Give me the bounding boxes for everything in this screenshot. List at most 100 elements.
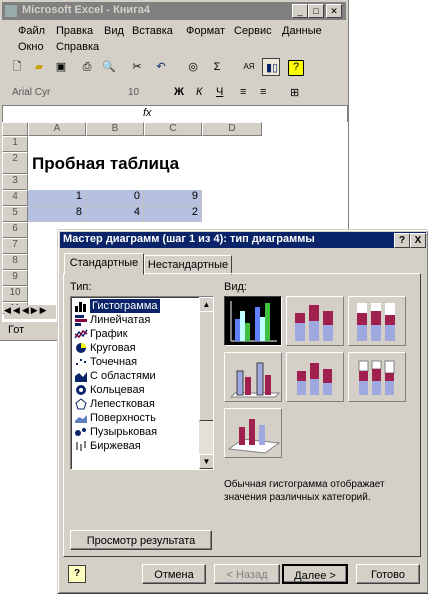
italic-button[interactable]: К bbox=[196, 86, 202, 98]
sheet-heading[interactable]: Пробная таблица bbox=[32, 154, 179, 174]
menu-data[interactable]: Данные bbox=[282, 25, 322, 37]
column-header[interactable]: D bbox=[202, 122, 262, 136]
view-label: Вид: bbox=[224, 281, 247, 293]
font-name-select[interactable]: Arial Cyr bbox=[12, 87, 122, 102]
office-assistant-icon[interactable]: ? bbox=[68, 565, 86, 583]
area-chart-icon bbox=[74, 370, 88, 382]
undo-button[interactable]: ↶ bbox=[152, 58, 170, 76]
row-header[interactable]: 1 bbox=[2, 136, 28, 152]
sort-button[interactable]: AЯ bbox=[240, 58, 258, 76]
subtype-3d-stacked-column[interactable] bbox=[286, 352, 344, 402]
maximize-button[interactable]: □ bbox=[308, 4, 324, 18]
list-item-surface[interactable]: Поверхность bbox=[73, 411, 197, 425]
list-item-line[interactable]: График bbox=[73, 327, 197, 341]
tab-custom[interactable]: Нестандартные bbox=[144, 255, 232, 275]
menu-window[interactable]: Окно bbox=[18, 41, 44, 53]
cell[interactable]: 1 bbox=[28, 190, 86, 206]
font-size-select[interactable]: 10 bbox=[128, 87, 158, 102]
column-header[interactable]: B bbox=[86, 122, 144, 136]
close-button[interactable]: ✕ bbox=[326, 4, 342, 18]
list-scrollbar[interactable]: ▲ ▼ bbox=[199, 297, 213, 469]
chart-wizard-button[interactable]: ▮▯ bbox=[262, 58, 280, 76]
row-header[interactable]: 5 bbox=[2, 206, 28, 222]
row-header[interactable]: 3 bbox=[2, 174, 28, 190]
help-button[interactable]: ? bbox=[286, 58, 304, 76]
row-header[interactable]: 6 bbox=[2, 222, 28, 238]
menu-edit[interactable]: Правка bbox=[56, 25, 93, 37]
align-center-icon[interactable]: ≡ bbox=[260, 86, 266, 98]
menu-file[interactable]: Файл bbox=[18, 25, 45, 37]
save-button[interactable]: ▣ bbox=[52, 58, 70, 76]
menu-help[interactable]: Справка bbox=[56, 41, 99, 53]
underline-button[interactable]: Ч bbox=[216, 86, 223, 98]
row-header[interactable]: 7 bbox=[2, 238, 28, 254]
column-header[interactable]: A bbox=[28, 122, 86, 136]
list-item-radar[interactable]: Лепестковая bbox=[73, 397, 197, 411]
cell[interactable]: 4 bbox=[86, 206, 144, 222]
chart-description: Обычная гистограмма отображает значения … bbox=[224, 479, 385, 503]
subtype-3d-clustered-column[interactable] bbox=[224, 352, 282, 402]
menu-format[interactable]: Формат bbox=[186, 25, 225, 37]
cell[interactable]: 2 bbox=[144, 206, 202, 222]
open-button[interactable]: ▰ bbox=[30, 58, 48, 76]
line-chart-icon bbox=[74, 328, 88, 340]
row-header[interactable]: 9 bbox=[2, 270, 28, 286]
back-button[interactable]: < Назад bbox=[214, 564, 280, 584]
list-item-doughnut[interactable]: Кольцевая bbox=[73, 383, 197, 397]
scatter-chart-icon bbox=[74, 356, 88, 368]
row-header[interactable]: 4 bbox=[2, 190, 28, 206]
list-item-bubble[interactable]: Пузырьковая bbox=[73, 425, 197, 439]
menu-insert[interactable]: Вставка bbox=[132, 25, 173, 37]
menu-view[interactable]: Вид bbox=[104, 25, 124, 37]
subtype-clustered-column[interactable] bbox=[224, 296, 282, 346]
cancel-button[interactable]: Отмена bbox=[142, 564, 206, 584]
list-item-scatter[interactable]: Точечная bbox=[73, 355, 197, 369]
dialog-help-button[interactable]: ? bbox=[394, 233, 410, 248]
sheet-nav-arrows[interactable]: ◀◀◀▶▶ bbox=[4, 305, 56, 319]
dialog-close-button[interactable]: X bbox=[410, 233, 426, 248]
menu-tools[interactable]: Сервис bbox=[234, 25, 272, 37]
align-left-icon[interactable]: ≡ bbox=[240, 86, 246, 98]
column-chart-icon bbox=[74, 300, 88, 312]
cell[interactable]: 8 bbox=[28, 206, 86, 222]
list-item-column[interactable]: Гистограмма bbox=[73, 299, 197, 313]
preview-result-button[interactable]: Просмотр результата bbox=[70, 530, 212, 550]
list-item-pie[interactable]: Круговая bbox=[73, 341, 197, 355]
list-item-area[interactable]: С областями bbox=[73, 369, 197, 383]
bubble-chart-icon bbox=[74, 426, 88, 438]
print-button[interactable]: ⎙ bbox=[78, 58, 96, 76]
hyperlink-button[interactable]: ◎ bbox=[184, 58, 202, 76]
row-header[interactable]: 8 bbox=[2, 254, 28, 270]
next-button[interactable]: Далее > bbox=[282, 564, 348, 584]
chart-type-list[interactable]: Гистограмма Линейчатая График Круговая Т… bbox=[70, 296, 214, 470]
minimize-button[interactable]: _ bbox=[292, 4, 308, 18]
tab-standard[interactable]: Стандартные bbox=[64, 253, 144, 275]
row-header[interactable]: 2 bbox=[2, 152, 28, 174]
scroll-down-icon[interactable]: ▼ bbox=[199, 454, 213, 469]
select-all-corner[interactable] bbox=[2, 122, 28, 136]
sigma-icon: Σ bbox=[213, 61, 221, 73]
subtype-3d-column[interactable] bbox=[224, 408, 282, 458]
excel-app-icon bbox=[5, 5, 17, 17]
autosum-button[interactable]: Σ bbox=[208, 58, 226, 76]
list-item-bar[interactable]: Линейчатая bbox=[73, 313, 197, 327]
dialog-title: Мастер диаграмм (шаг 1 из 4): тип диагра… bbox=[63, 233, 315, 245]
borders-icon[interactable]: ⊞ bbox=[290, 86, 299, 99]
chart-wizard-icon: ▮▯ bbox=[265, 62, 279, 74]
row-header[interactable]: 10 bbox=[2, 286, 28, 302]
new-button[interactable]: 🗋 bbox=[8, 58, 26, 76]
subtype-3d-100-stacked-column[interactable] bbox=[348, 352, 406, 402]
finish-button[interactable]: Готово bbox=[356, 564, 420, 584]
subtype-stacked-column[interactable] bbox=[286, 296, 344, 346]
cell[interactable]: 9 bbox=[144, 190, 202, 206]
bold-button[interactable]: Ж bbox=[174, 86, 184, 98]
scroll-up-icon[interactable]: ▲ bbox=[199, 297, 213, 312]
list-item-stock[interactable]: Биржевая bbox=[73, 439, 197, 453]
preview-button[interactable]: 🔍 bbox=[100, 58, 118, 76]
cell[interactable]: 0 bbox=[86, 190, 144, 206]
subtype-100-stacked-column[interactable] bbox=[348, 296, 406, 346]
column-header[interactable]: C bbox=[144, 122, 202, 136]
cut-button[interactable]: ✂ bbox=[128, 58, 146, 76]
stacked-column-icon bbox=[295, 305, 333, 341]
scroll-thumb[interactable] bbox=[199, 311, 213, 421]
